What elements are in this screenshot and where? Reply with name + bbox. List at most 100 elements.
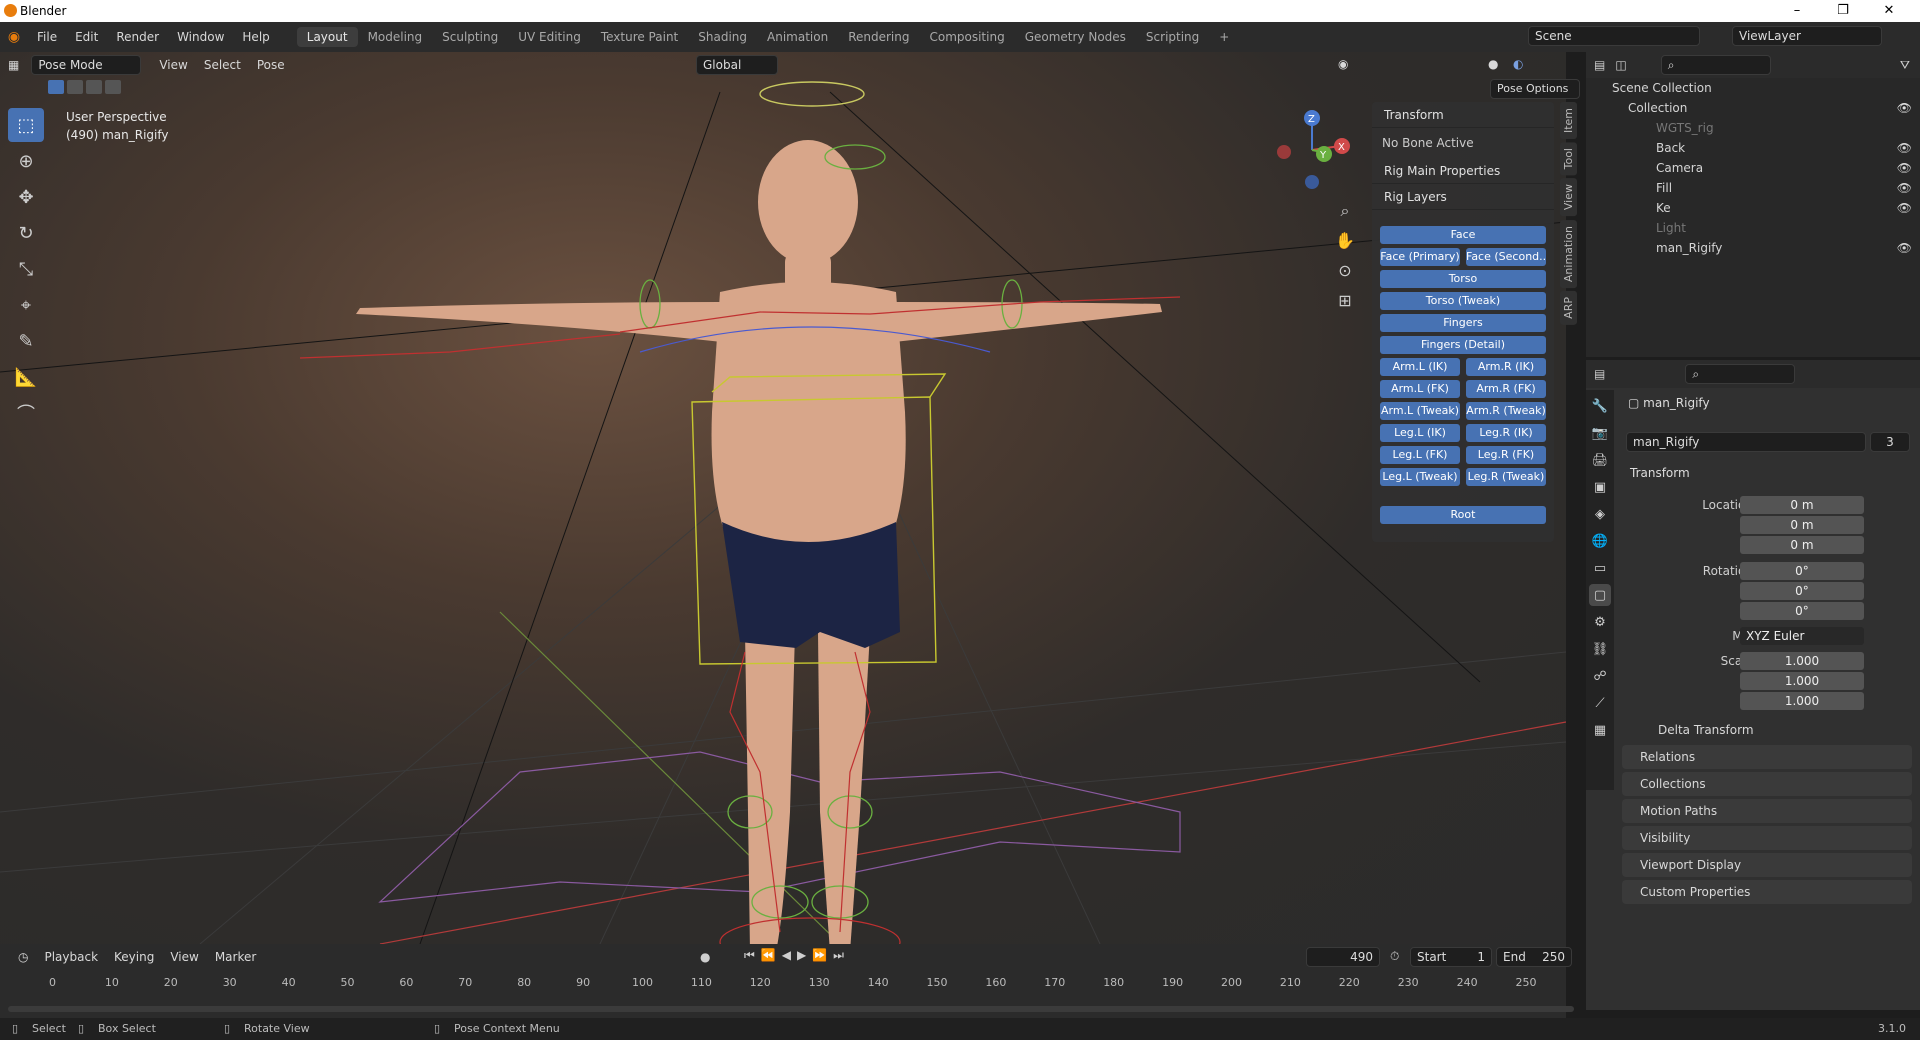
rig-layer-root[interactable]: Root (1380, 506, 1546, 524)
scale-x-field[interactable]: 1.000 (1740, 652, 1864, 670)
timeline-editor-icon[interactable]: ◷ (10, 950, 36, 964)
properties-search-input[interactable]: ⌕ (1685, 364, 1796, 384)
tab-shading[interactable]: Shading (688, 27, 757, 47)
pose-options-dropdown[interactable]: Pose Options (1490, 79, 1580, 99)
tab-view[interactable]: View (1560, 178, 1577, 217)
visibility-eye-icon[interactable]: 👁 (1897, 138, 1912, 158)
menu-file[interactable]: File (28, 30, 66, 44)
rotate-tool-icon[interactable]: ↻ (8, 216, 44, 250)
location-x-field[interactable]: 0 m (1740, 496, 1864, 514)
playback-controls[interactable]: ⏮⏪◀▶⏩⏭ (744, 948, 850, 963)
rig-layer-leg-r-fk[interactable]: Leg.R (FK) (1466, 446, 1546, 464)
scale-tool-icon[interactable]: ⤡ (8, 252, 44, 286)
menu-help[interactable]: Help (233, 30, 278, 44)
orientation-selector[interactable]: Global (696, 55, 778, 75)
rig-layer-arm-l-ik[interactable]: Arm.L (IK) (1380, 358, 1460, 376)
filter-icon[interactable]: ⛛ (1900, 58, 1910, 73)
rig-layer-arm-l-fk[interactable]: Arm.L (FK) (1380, 380, 1460, 398)
select-subtract-icon[interactable] (86, 80, 102, 94)
move-tool-icon[interactable]: ✥ (8, 180, 44, 214)
material-shading-icon[interactable]: ◐ (1505, 57, 1531, 71)
rotation-y-field[interactable]: 0° (1740, 582, 1864, 600)
object-properties-icon[interactable]: ▢ (1589, 584, 1611, 606)
tool-properties-icon[interactable]: 🔧 (1589, 395, 1611, 417)
tab-uv-editing[interactable]: UV Editing (508, 27, 591, 47)
timeline-menu-playback[interactable]: Playback (36, 950, 106, 964)
editor-type-icon[interactable]: ▦ (0, 58, 27, 72)
mode-selector[interactable]: Pose Mode (31, 55, 142, 75)
render-properties-icon[interactable]: 📷 (1589, 422, 1611, 444)
npanel-transform-header[interactable]: Transform (1372, 102, 1554, 128)
tab-tool[interactable]: Tool (1560, 142, 1577, 176)
rig-layer-face[interactable]: Face (1380, 226, 1546, 244)
rig-layer-arm-r-fk[interactable]: Arm.R (FK) (1466, 380, 1546, 398)
outliner-item-light[interactable]: Light (1586, 218, 1920, 238)
tab-item[interactable]: Item (1560, 102, 1577, 140)
tab-animation[interactable]: Animation (757, 27, 838, 47)
tab-layout[interactable]: Layout (296, 27, 358, 47)
rotation-z-field[interactable]: 0° (1740, 602, 1864, 620)
solid-shading-icon[interactable]: ● (1480, 57, 1506, 71)
user-count[interactable]: 3 (1870, 432, 1910, 452)
menu-render[interactable]: Render (107, 30, 168, 44)
rotation-x-field[interactable]: 0° (1740, 562, 1864, 580)
scene-selector[interactable]: Scene (1528, 26, 1700, 46)
rig-layer-face-primary[interactable]: Face (Primary) (1380, 248, 1460, 266)
scene-properties-icon[interactable]: ◈ (1589, 503, 1611, 525)
modifier-properties-icon[interactable]: ⚙ (1589, 611, 1611, 633)
location-y-field[interactable]: 0 m (1740, 516, 1864, 534)
end-frame-field[interactable]: End 250 (1496, 947, 1572, 967)
rig-main-header[interactable]: Rig Main Properties (1372, 158, 1554, 184)
ortho-grid-icon[interactable]: ⊞ (1332, 286, 1358, 316)
tab-texture-paint[interactable]: Texture Paint (591, 27, 688, 47)
visibility-panel[interactable]: Visibility (1622, 826, 1912, 850)
record-icon[interactable]: ● (700, 950, 710, 964)
tab-compositing[interactable]: Compositing (919, 27, 1014, 47)
rig-layer-arm-l-tweak[interactable]: Arm.L (Tweak) (1380, 402, 1460, 420)
tab-geometry-nodes[interactable]: Geometry Nodes (1015, 27, 1136, 47)
output-properties-icon[interactable]: 🖨 (1589, 449, 1611, 471)
motion-paths-panel[interactable]: Motion Paths (1622, 799, 1912, 823)
rig-layer-leg-r-tweak[interactable]: Leg.R (Tweak) (1466, 468, 1546, 486)
measure-tool-icon[interactable]: 📐 (8, 360, 44, 394)
timeline-menu-marker[interactable]: Marker (207, 950, 264, 964)
viewport-display-panel[interactable]: Viewport Display (1622, 853, 1912, 877)
texture-properties-icon[interactable]: ▦ (1589, 719, 1611, 741)
timeline-menu-keying[interactable]: Keying (106, 950, 162, 964)
maximize-button[interactable]: ❐ (1820, 0, 1866, 22)
current-frame-field[interactable]: 490 (1306, 947, 1380, 967)
rig-layers-header[interactable]: Rig Layers (1372, 184, 1554, 210)
relax-tool-icon[interactable]: ⌒ (8, 396, 44, 430)
collections-panel[interactable]: Collections (1622, 772, 1912, 796)
view-layer-selector[interactable]: ViewLayer (1732, 26, 1882, 46)
zoom-icon[interactable]: ⌕ (1332, 196, 1358, 226)
select-box-tool-icon[interactable]: ⬚ (8, 108, 44, 142)
outliner-item-wgts[interactable]: WGTS_rig (1586, 118, 1920, 138)
transform-panel-header[interactable]: Transform (1630, 466, 1690, 480)
timeline-menu-view[interactable]: View (162, 950, 206, 964)
visibility-eye-icon[interactable]: 👁 (1897, 198, 1912, 218)
rig-layer-arm-r-ik[interactable]: Arm.R (IK) (1466, 358, 1546, 376)
minimize-button[interactable]: – (1774, 0, 1820, 22)
menu-window[interactable]: Window (168, 30, 233, 44)
pan-hand-icon[interactable]: ✋ (1332, 226, 1358, 256)
visibility-eye-icon[interactable]: 👁 (1897, 98, 1912, 118)
select-extend-icon[interactable] (67, 80, 83, 94)
view-layer-properties-icon[interactable]: ▣ (1589, 476, 1611, 498)
timeline-scrollbar[interactable] (8, 1006, 1574, 1012)
tab-modeling[interactable]: Modeling (358, 27, 433, 47)
viewport-menu-pose[interactable]: Pose (249, 58, 293, 72)
outliner-scene-collection[interactable]: Scene Collection (1586, 78, 1920, 98)
armature-data-icon[interactable]: ☍ (1589, 665, 1611, 687)
rig-layer-leg-l-fk[interactable]: Leg.L (FK) (1380, 446, 1460, 464)
relations-panel[interactable]: Relations (1622, 745, 1912, 769)
menu-edit[interactable]: Edit (66, 30, 107, 44)
outliner-editor-icon[interactable]: ▤ (1594, 58, 1605, 72)
rig-layer-torso-tweak[interactable]: Torso (Tweak) (1380, 292, 1546, 310)
rotation-mode-select[interactable]: XYZ Euler (1740, 627, 1864, 645)
cursor-tool-icon[interactable]: ⊕ (8, 144, 44, 178)
object-datablock-field[interactable]: man_Rigify (1626, 432, 1866, 452)
rig-layer-leg-l-tweak[interactable]: Leg.L (Tweak) (1380, 468, 1460, 486)
outliner-item-ke[interactable]: Ke 👁 (1586, 198, 1920, 218)
add-workspace-icon[interactable]: + (1209, 27, 1239, 47)
